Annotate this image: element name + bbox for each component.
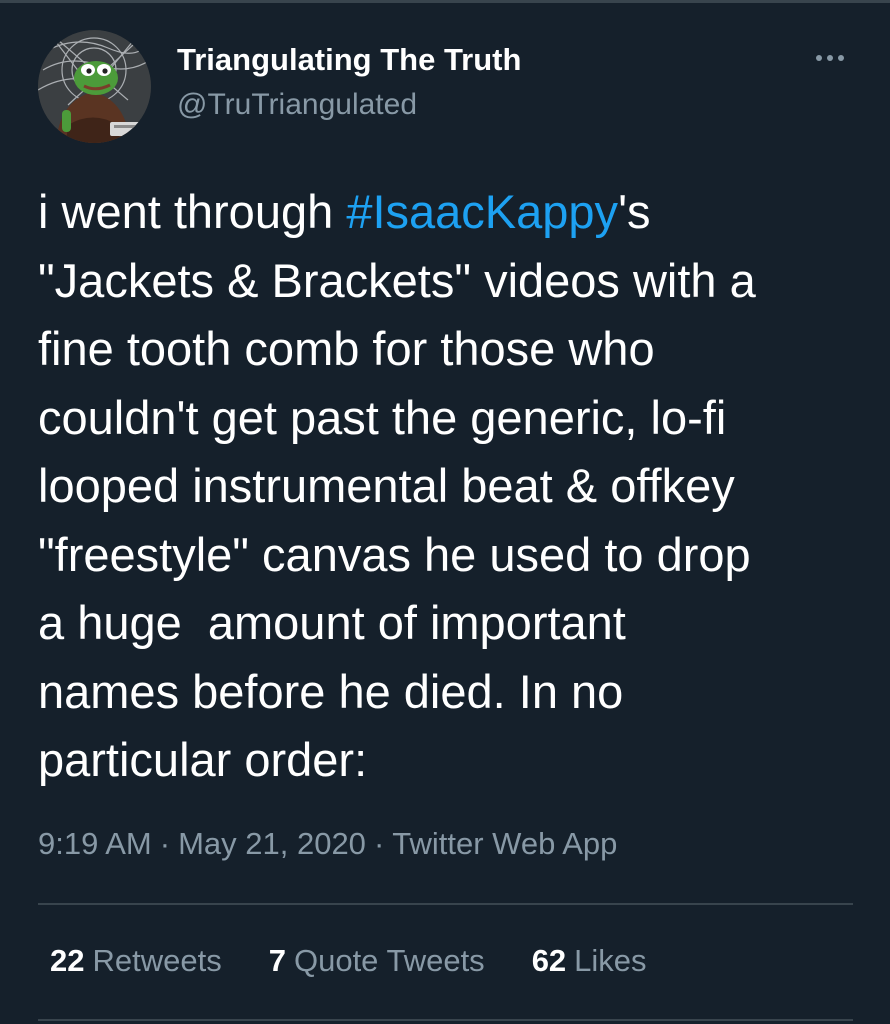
- likes-link[interactable]: 62 Likes: [532, 943, 647, 979]
- likes-count: 62: [531, 943, 567, 978]
- tweet-line: a huge amount of important: [38, 596, 626, 649]
- likes-label: Likes: [574, 943, 647, 978]
- ellipsis-icon: [816, 55, 822, 61]
- tweet-line: looped instrumental beat & offkey: [38, 459, 735, 512]
- tweet-line: couldn't get past the generic, lo-fi: [38, 390, 727, 444]
- tweet-line: fine tooth comb for those who: [38, 322, 655, 375]
- tweet-meta: 9:19 AM · May 21, 2020 · Twitter Web App: [38, 826, 617, 862]
- green-frog-cartoon-avatar-icon: [38, 30, 151, 143]
- meta-separator: ·: [159, 826, 171, 861]
- tweet-text-fragment: 's: [618, 185, 651, 238]
- tweet-time[interactable]: 9:19 AM: [38, 826, 152, 861]
- ellipsis-icon: [827, 55, 833, 61]
- top-divider: [0, 0, 890, 3]
- tweet-text-fragment: i went through: [38, 185, 347, 238]
- retweets-link[interactable]: 22 Retweets: [50, 943, 222, 979]
- quote-tweets-label: Quote Tweets: [293, 943, 485, 978]
- stats-bottom-divider: [38, 1019, 853, 1021]
- ellipsis-icon: [838, 55, 844, 61]
- retweets-count: 22: [50, 943, 85, 978]
- tweet-line: "Jackets & Brackets" videos with a: [38, 253, 756, 307]
- quote-tweets-count: 7: [268, 943, 286, 978]
- tweet-line: particular order:: [38, 733, 368, 786]
- tweet-stats: 22 Retweets 7 Quote Tweets 62 Likes: [50, 943, 647, 979]
- avatar[interactable]: [38, 30, 151, 143]
- stats-top-divider: [38, 903, 853, 905]
- author-handle[interactable]: @TruTriangulated: [177, 88, 417, 122]
- author-display-name[interactable]: Triangulating The Truth: [177, 42, 521, 78]
- tweet-source-link[interactable]: Twitter Web App: [392, 826, 617, 861]
- more-options-button[interactable]: [808, 44, 852, 72]
- tweet-date[interactable]: May 21, 2020: [178, 826, 366, 861]
- quote-tweets-link[interactable]: 7 Quote Tweets: [269, 943, 485, 979]
- tweet-text: i went through #IsaacKappy's "Jackets & …: [38, 178, 858, 795]
- retweets-label: Retweets: [92, 943, 222, 978]
- tweet-line: "freestyle" canvas he used to drop: [38, 527, 751, 581]
- tweet-line: i went through #IsaacKappy's: [38, 178, 858, 247]
- hashtag-link[interactable]: #IsaacKappy: [346, 185, 618, 238]
- tweet-line: names before he died. In no: [38, 664, 624, 718]
- meta-separator: ·: [373, 826, 385, 861]
